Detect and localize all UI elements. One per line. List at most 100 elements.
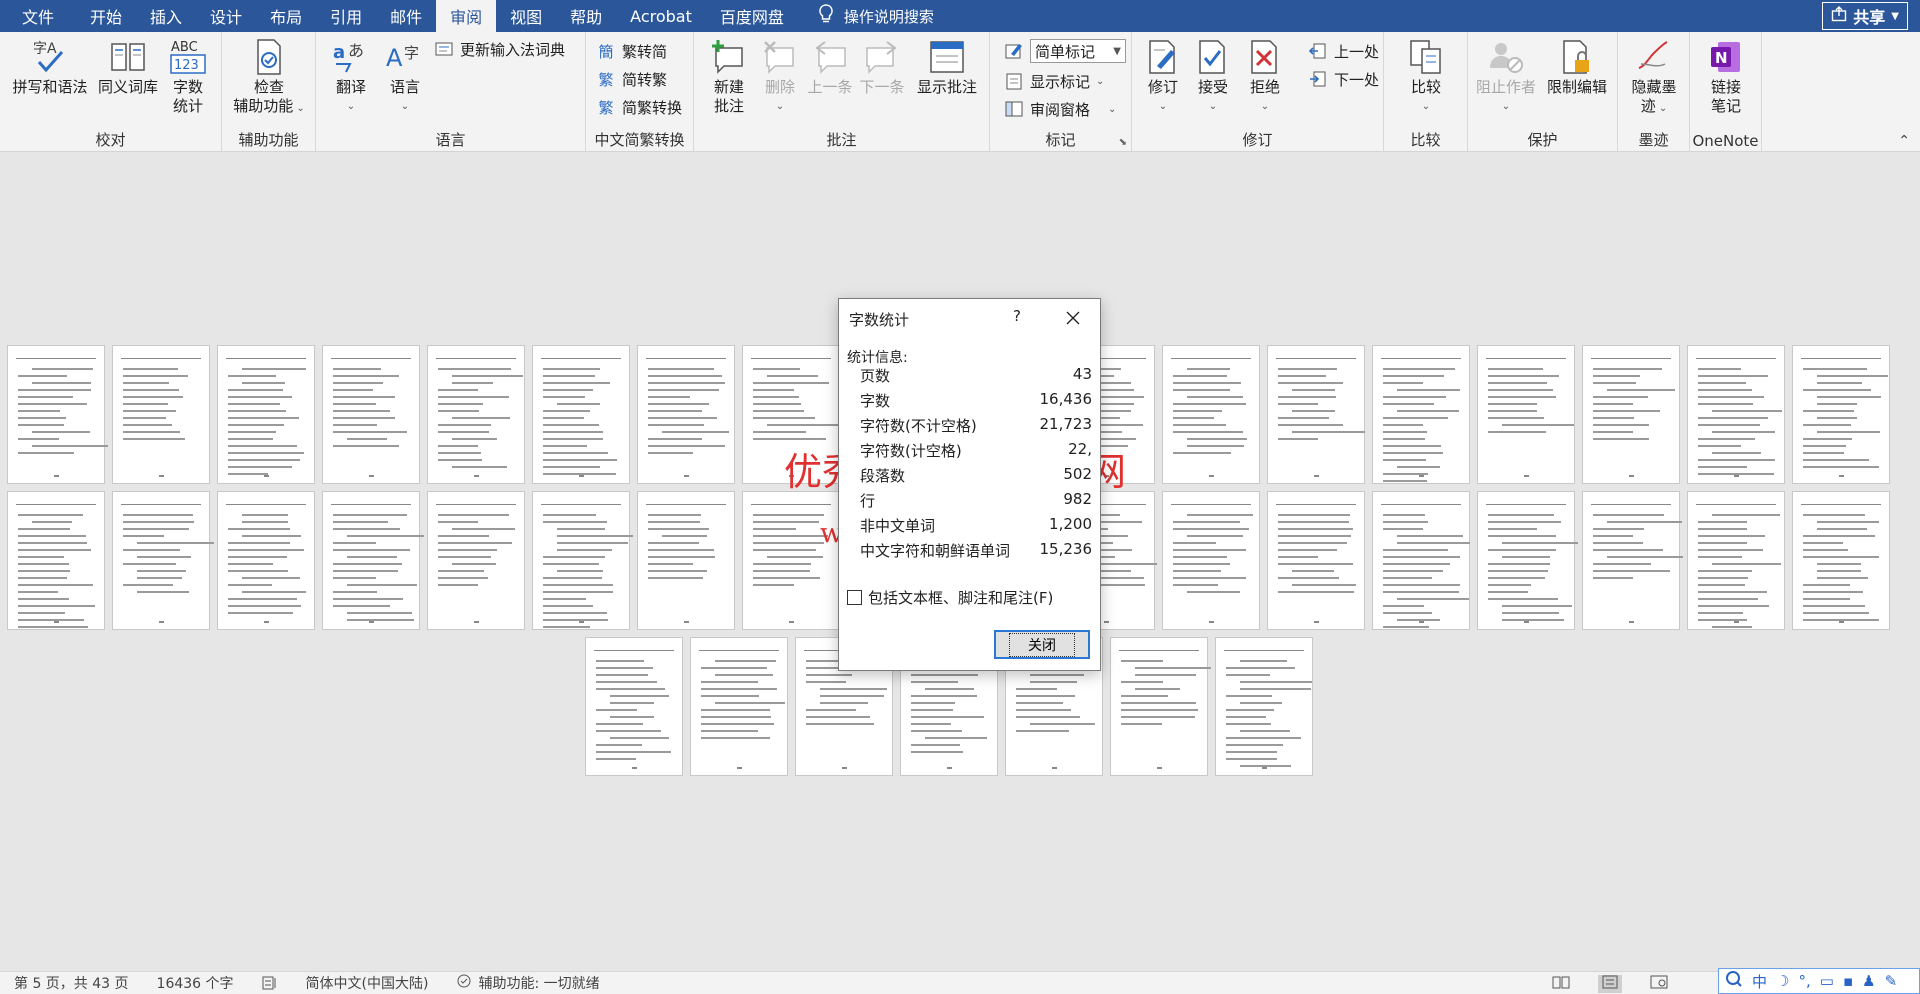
previous-change-button[interactable]: 上一处 xyxy=(1308,38,1379,64)
page-thumbnail[interactable] xyxy=(217,345,315,484)
chinese-conversion-button[interactable]: 繁 简繁转换 xyxy=(596,94,682,120)
page-thumbnail[interactable] xyxy=(1162,345,1260,484)
tab-file[interactable]: 文件 xyxy=(0,0,76,32)
page-thumbnail[interactable] xyxy=(1582,491,1683,630)
page-thumbnail[interactable] xyxy=(1215,637,1313,776)
page-thumbnail[interactable] xyxy=(637,491,735,630)
hide-ink-button[interactable]: 隐藏墨 迹 ⌄ xyxy=(1624,38,1684,118)
page-thumbnail[interactable] xyxy=(742,345,840,484)
page-thumbnail[interactable] xyxy=(1110,637,1211,776)
punctuation-icon[interactable]: °, xyxy=(1798,972,1810,990)
thesaurus-button[interactable]: 同义词库 xyxy=(92,38,164,97)
page-thumbnail[interactable] xyxy=(1792,345,1890,484)
moon-icon[interactable]: ☽ xyxy=(1776,972,1789,990)
tell-me-search[interactable]: 操作说明搜索 xyxy=(798,0,934,32)
page-thumbnail[interactable] xyxy=(532,491,633,630)
print-layout-icon[interactable] xyxy=(1598,975,1622,993)
language-status[interactable]: 简体中文(中国大陆) xyxy=(292,973,443,993)
page-thumbnail[interactable] xyxy=(427,491,525,630)
traditional-to-simplified-button[interactable]: 簡 繁转简 xyxy=(596,38,667,64)
page-thumbnail[interactable] xyxy=(532,345,630,484)
read-mode-icon[interactable] xyxy=(1552,975,1570,993)
page-thumbnail[interactable] xyxy=(1687,345,1785,484)
new-comment-button[interactable]: 新建 批注 xyxy=(704,38,754,116)
settings-icon[interactable]: ✎ xyxy=(1885,972,1898,990)
collapse-ribbon-icon[interactable]: ⌃ xyxy=(1898,133,1910,149)
tab-mailings[interactable]: 邮件 xyxy=(376,0,436,32)
linked-notes-button[interactable]: N 链接 笔记 xyxy=(1698,38,1754,116)
reviewing-pane-button[interactable]: 审阅窗格 ⌄ xyxy=(1004,96,1116,122)
user-icon[interactable]: ♟ xyxy=(1862,972,1875,990)
accessibility-status[interactable]: 辅助功能: 一切就绪 xyxy=(442,973,613,993)
ime-toolbar[interactable]: 中 ☽ °, ▭ ▪ ♟ ✎ xyxy=(1718,968,1920,994)
ime-mode-label[interactable]: 中 xyxy=(1752,971,1767,992)
help-button[interactable]: ? xyxy=(1007,307,1027,327)
checkbox-box[interactable] xyxy=(847,590,862,605)
restrict-editing-button[interactable]: 限制编辑 xyxy=(1540,38,1614,97)
compare-button[interactable]: 比较 ⌄ xyxy=(1400,38,1452,116)
page-thumbnail[interactable] xyxy=(1372,491,1470,630)
web-layout-icon[interactable] xyxy=(1650,975,1668,993)
share-button[interactable]: 共享 ▼ xyxy=(1822,2,1908,30)
word-count-button[interactable]: ABC 123 字数 统计 xyxy=(160,38,216,116)
page-thumbnail[interactable] xyxy=(7,345,108,484)
page-number-status[interactable]: 第 5 页，共 43 页 xyxy=(0,973,143,993)
page-thumbnail[interactable] xyxy=(322,345,420,484)
page-thumbnail[interactable] xyxy=(585,637,683,776)
next-change-button[interactable]: 下一处 xyxy=(1308,66,1379,92)
word-count-status[interactable]: 16436 个字 xyxy=(143,973,248,993)
page-thumbnail[interactable] xyxy=(1687,491,1785,630)
tab-acrobat[interactable]: Acrobat xyxy=(616,0,706,32)
close-icon[interactable] xyxy=(1061,307,1085,329)
show-markup-button[interactable]: 显示标记 ⌄ xyxy=(1004,68,1104,94)
tab-baidu-netdisk[interactable]: 百度网盘 xyxy=(706,0,798,32)
tab-view[interactable]: 视图 xyxy=(496,0,556,32)
page-thumbnail[interactable] xyxy=(1477,491,1578,630)
language-button[interactable]: A字 语言 ⌄ xyxy=(378,38,432,116)
page-thumbnail[interactable] xyxy=(112,491,214,630)
tab-home[interactable]: 开始 xyxy=(76,0,136,32)
tab-references[interactable]: 引用 xyxy=(316,0,376,32)
close-button[interactable]: 关闭 xyxy=(994,630,1090,659)
spelling-grammar-button[interactable]: 字A 拼写和语法 xyxy=(8,38,92,97)
page-thumbnail[interactable] xyxy=(1477,345,1575,484)
simplified-to-traditional-button[interactable]: 繁 简转繁 xyxy=(596,66,667,92)
tab-design[interactable]: 设计 xyxy=(196,0,256,32)
page-thumbnail[interactable] xyxy=(1267,491,1365,630)
tab-insert[interactable]: 插入 xyxy=(136,0,196,32)
track-changes-button[interactable]: 修订 ⌄ xyxy=(1140,38,1186,116)
page-thumbnail[interactable] xyxy=(217,491,315,630)
proofing-icon[interactable] xyxy=(248,976,292,990)
page-thumbnail[interactable] xyxy=(427,345,525,484)
page-thumbnail[interactable] xyxy=(1267,345,1365,484)
page-thumbnail[interactable] xyxy=(1792,491,1890,630)
keyboard-icon[interactable]: ▭ xyxy=(1820,972,1834,990)
markup-dropdown[interactable]: 简单标记 ▼ xyxy=(1004,38,1126,64)
next-comment-button[interactable]: 下一条 xyxy=(856,38,908,97)
delete-comment-button[interactable]: 删除 ⌄ xyxy=(756,38,804,116)
dialog-launcher-icon[interactable]: ⬊ xyxy=(1119,137,1127,148)
page-thumbnail[interactable] xyxy=(742,491,840,630)
show-comments-button[interactable]: 显示批注 xyxy=(908,38,986,97)
accept-button[interactable]: 接受 ⌄ xyxy=(1188,38,1238,116)
reject-button[interactable]: 拒绝 ⌄ xyxy=(1240,38,1290,116)
toolbox-icon[interactable]: ▪ xyxy=(1843,972,1853,990)
previous-comment-button[interactable]: 上一条 xyxy=(804,38,856,97)
translate-button[interactable]: aあ 翻译 ⌄ xyxy=(326,38,376,116)
page-thumbnail[interactable] xyxy=(637,345,735,484)
update-ime-dictionary-button[interactable]: 更新输入法词典 xyxy=(434,36,565,62)
block-authors-button[interactable]: 阻止作者 ⌄ xyxy=(1474,38,1538,116)
tab-layout[interactable]: 布局 xyxy=(256,0,316,32)
page-thumbnail[interactable] xyxy=(322,491,424,630)
page-thumbnail[interactable] xyxy=(112,345,210,484)
tab-help[interactable]: 帮助 xyxy=(556,0,616,32)
page-thumbnail[interactable] xyxy=(690,637,788,776)
page-thumbnail[interactable] xyxy=(1372,345,1470,484)
tab-review[interactable]: 审阅 xyxy=(436,0,497,32)
page-thumbnail[interactable] xyxy=(1162,491,1260,630)
include-textboxes-footnotes-checkbox[interactable]: 包括文本框、脚注和尾注(F) xyxy=(847,587,1053,608)
check-accessibility-button[interactable]: 检查 辅助功能 ⌄ xyxy=(226,38,312,118)
markup-select[interactable]: 简单标记 ▼ xyxy=(1030,39,1126,63)
page-thumbnail[interactable] xyxy=(7,491,105,630)
page-thumbnail[interactable] xyxy=(1582,345,1680,484)
